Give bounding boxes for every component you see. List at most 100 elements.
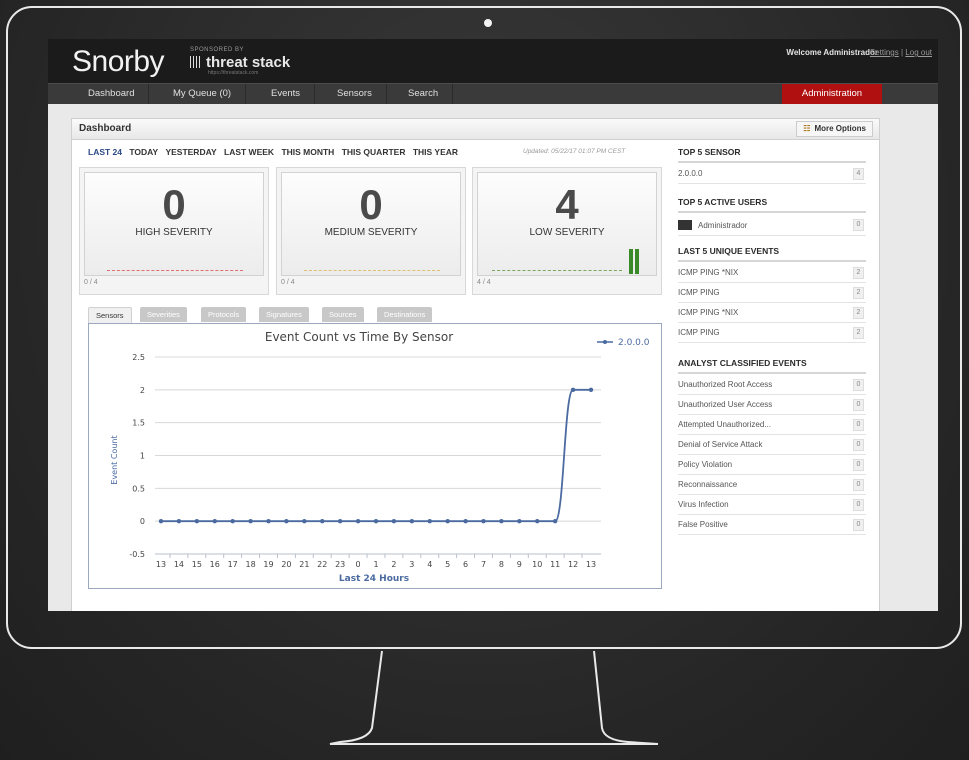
classified-row[interactable]: Denial of Service Attack 0: [678, 435, 866, 455]
x-tick-label: 2: [391, 560, 396, 569]
classified-row[interactable]: False Positive 0: [678, 515, 866, 535]
data-point[interactable]: [194, 518, 200, 524]
event-name: ICMP PING *NIX: [678, 308, 739, 317]
tab-protocols[interactable]: Protocols: [201, 307, 247, 322]
card-inner: 4 LOW SEVERITY: [477, 172, 657, 276]
logout-link[interactable]: Log out: [905, 48, 932, 57]
class-count: 0: [853, 379, 864, 391]
tab-sensors[interactable]: Sensors: [88, 307, 132, 323]
data-point[interactable]: [445, 518, 450, 524]
x-tick-label: 11: [550, 560, 560, 569]
data-point[interactable]: [176, 518, 182, 524]
classified-row[interactable]: Unauthorized User Access 0: [678, 395, 866, 415]
nav-sensors[interactable]: Sensors: [323, 84, 387, 104]
data-point[interactable]: [409, 518, 415, 524]
unique-event-row[interactable]: ICMP PING 2: [678, 283, 866, 303]
data-point[interactable]: [373, 518, 379, 524]
sponsored-by-label: SPONSORED BY: [190, 47, 245, 53]
event-name: ICMP PING: [678, 328, 720, 337]
data-point[interactable]: [284, 518, 289, 524]
settings-link[interactable]: Settings: [870, 48, 899, 57]
timeframe-yesterday[interactable]: YESTERDAY: [165, 147, 216, 157]
unique-event-row[interactable]: ICMP PING *NIX 2: [678, 303, 866, 323]
nav-search[interactable]: Search: [394, 84, 454, 104]
timeframe-last-24[interactable]: LAST 24: [88, 147, 122, 157]
classified-row[interactable]: Virus Infection 0: [678, 495, 866, 515]
panel-header: Dashboard ☷ More Options: [72, 119, 879, 140]
data-point[interactable]: [552, 518, 558, 524]
nav-dashboard[interactable]: Dashboard: [74, 84, 150, 104]
threat-stack-url: https://threatstack.com: [208, 70, 259, 76]
event-count: 2: [853, 267, 864, 279]
data-point[interactable]: [499, 518, 504, 524]
data-point[interactable]: [230, 518, 235, 524]
data-point[interactable]: [481, 518, 486, 524]
data-point[interactable]: [337, 518, 343, 524]
tab-severities[interactable]: Severities: [140, 307, 187, 322]
timeframe-this-quarter[interactable]: THIS QUARTER: [342, 147, 406, 157]
snorby-logo[interactable]: Snorby: [72, 45, 165, 79]
classified-row[interactable]: Policy Violation 0: [678, 455, 866, 475]
event-count: 2: [853, 287, 864, 299]
tab-sources[interactable]: Sources: [322, 307, 364, 322]
data-point[interactable]: [266, 518, 271, 524]
x-tick-label: 20: [281, 560, 291, 569]
low-severity-bar: [635, 249, 639, 274]
user-count: 0: [853, 219, 864, 231]
timeframe-this-year[interactable]: THIS YEAR: [413, 147, 458, 157]
nav-administration[interactable]: Administration: [782, 84, 882, 104]
high-severity-label: HIGH SEVERITY: [135, 227, 213, 238]
class-count: 0: [853, 499, 864, 511]
welcome-text: Welcome Administrador: [786, 48, 878, 57]
data-point[interactable]: [463, 518, 468, 524]
legend-marker: [603, 340, 607, 344]
y-tick-label: 2.5: [132, 353, 145, 362]
data-point[interactable]: [535, 518, 540, 524]
data-point[interactable]: [570, 387, 576, 393]
low-severity-card[interactable]: 4 LOW SEVERITY 4 / 4: [472, 167, 662, 295]
data-point[interactable]: [355, 518, 361, 524]
timeframe-this-month[interactable]: THIS MONTH: [281, 147, 334, 157]
tab-destinations[interactable]: Destinations: [377, 307, 433, 322]
unique-event-row[interactable]: ICMP PING 2: [678, 323, 866, 343]
classified-row[interactable]: Reconnaissance 0: [678, 475, 866, 495]
user-row[interactable]: Administrador 0: [678, 214, 866, 236]
unique-event-row[interactable]: ICMP PING *NIX 2: [678, 263, 866, 283]
high-severity-card[interactable]: 0 HIGH SEVERITY 0 / 4: [79, 167, 269, 295]
data-point[interactable]: [391, 518, 397, 524]
data-point[interactable]: [320, 518, 325, 524]
class-count: 0: [853, 519, 864, 531]
nav-events[interactable]: Events: [257, 84, 316, 104]
tab-signatures[interactable]: Signatures: [259, 307, 309, 322]
low-severity-count: 4: [555, 181, 579, 228]
timeframe-today[interactable]: TODAY: [129, 147, 158, 157]
nav-my-queue[interactable]: My Queue (0): [159, 84, 247, 104]
active-users-title: TOP 5 ACTIVE USERS: [678, 197, 866, 213]
data-point[interactable]: [588, 387, 594, 393]
data-point[interactable]: [517, 518, 522, 524]
y-tick-label: 0: [140, 517, 145, 526]
classified-row[interactable]: Attempted Unauthorized... 0: [678, 415, 866, 435]
data-point[interactable]: [427, 518, 432, 524]
threat-stack-icon: [190, 56, 202, 68]
x-tick-label: 23: [335, 560, 345, 569]
event-chart-svg: Event Count vs Time By Sensor Event Coun…: [110, 330, 650, 584]
x-tick-label: 0: [356, 560, 361, 569]
sensor-name: 2.0.0.0: [678, 169, 703, 178]
x-tick-label: 10: [532, 560, 542, 569]
page-title: Dashboard: [79, 123, 132, 134]
top-sensor-title: TOP 5 SENSOR: [678, 147, 866, 163]
class-name: Virus Infection: [678, 500, 729, 509]
x-tick-label: 6: [463, 560, 468, 569]
classified-row[interactable]: Unauthorized Root Access 0: [678, 375, 866, 395]
data-point[interactable]: [212, 518, 217, 524]
data-point[interactable]: [302, 518, 307, 524]
data-point[interactable]: [158, 518, 164, 524]
class-count: 0: [853, 479, 864, 491]
data-point[interactable]: [248, 518, 253, 524]
sensor-row[interactable]: 2.0.0.0 4: [678, 164, 866, 184]
more-options-button[interactable]: ☷ More Options: [796, 121, 873, 137]
timeframe-last-week[interactable]: LAST WEEK: [224, 147, 274, 157]
medium-severity-card[interactable]: 0 MEDIUM SEVERITY 0 / 4: [276, 167, 466, 295]
low-severity-sparkline: [492, 270, 622, 271]
